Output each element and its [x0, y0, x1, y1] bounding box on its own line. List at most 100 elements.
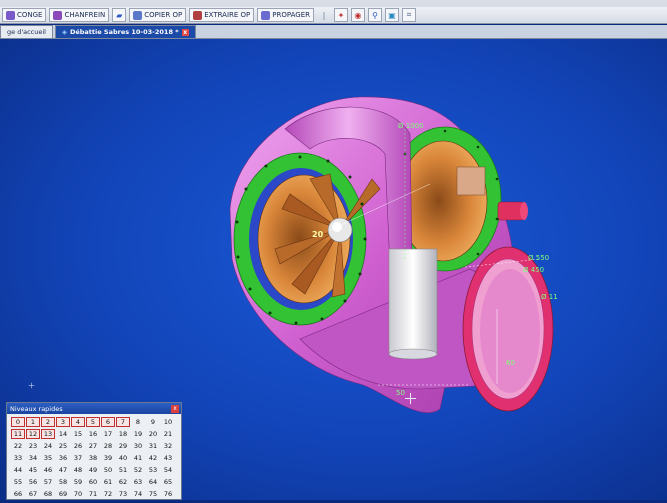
level-cell[interactable]: 71 — [86, 489, 100, 499]
level-cell[interactable]: 69 — [56, 489, 70, 499]
level-cell[interactable]: 61 — [101, 477, 115, 487]
level-cell[interactable]: 42 — [146, 453, 160, 463]
level-cell[interactable]: 48 — [71, 465, 85, 475]
level-cell[interactable]: 52 — [131, 465, 145, 475]
level-cell[interactable]: 53 — [146, 465, 160, 475]
level-cell[interactable]: 33 — [11, 453, 25, 463]
level-cell[interactable]: 36 — [56, 453, 70, 463]
tool-button-5[interactable]: ⌗ — [402, 8, 417, 22]
panel-title-bar[interactable]: Niveaux rapides x — [7, 403, 181, 414]
chamfer-button[interactable]: CHANFREIN — [49, 8, 110, 22]
level-cell[interactable]: 12 — [26, 429, 40, 439]
level-cell[interactable]: 23 — [26, 441, 40, 451]
level-cell[interactable]: 73 — [116, 489, 130, 499]
level-cell[interactable]: 32 — [161, 441, 175, 451]
level-cell[interactable]: 0 — [11, 417, 25, 427]
level-cell[interactable]: 9 — [146, 417, 160, 427]
level-cell[interactable]: 76 — [161, 489, 175, 499]
level-cell[interactable]: 38 — [86, 453, 100, 463]
level-cell[interactable]: 27 — [86, 441, 100, 451]
level-cell[interactable]: 64 — [146, 477, 160, 487]
level-cell[interactable]: 28 — [101, 441, 115, 451]
level-cell[interactable]: 40 — [116, 453, 130, 463]
propagate-button[interactable]: PROPAGER — [257, 8, 315, 22]
level-cell[interactable]: 66 — [11, 489, 25, 499]
propagate-label: PROPAGER — [272, 11, 311, 19]
level-cell[interactable]: 3 — [56, 417, 70, 427]
level-cell[interactable]: 54 — [161, 465, 175, 475]
level-cell[interactable]: 56 — [26, 477, 40, 487]
dim-60: 60 — [506, 359, 515, 367]
tool-button-4[interactable]: ▣ — [385, 8, 400, 22]
level-cell[interactable]: 49 — [86, 465, 100, 475]
level-cell[interactable]: 70 — [71, 489, 85, 499]
level-cell[interactable]: 29 — [116, 441, 130, 451]
copy-op-button[interactable]: COPIER OP — [129, 8, 187, 22]
level-cell[interactable]: 35 — [41, 453, 55, 463]
fillet-button[interactable]: CONGE — [2, 8, 47, 22]
level-cell[interactable]: 67 — [26, 489, 40, 499]
level-cell[interactable]: 75 — [146, 489, 160, 499]
level-cell[interactable]: 44 — [11, 465, 25, 475]
level-cell[interactable]: 22 — [11, 441, 25, 451]
level-cell[interactable]: 26 — [71, 441, 85, 451]
level-cell[interactable]: 4 — [71, 417, 85, 427]
level-cell[interactable]: 65 — [161, 477, 175, 487]
level-cell[interactable]: 8 — [131, 417, 145, 427]
level-cell[interactable]: 59 — [71, 477, 85, 487]
dim-center-value: 20 — [312, 230, 324, 239]
level-cell[interactable]: 31 — [146, 441, 160, 451]
level-cell[interactable]: 57 — [41, 477, 55, 487]
level-cell[interactable]: 34 — [26, 453, 40, 463]
level-cell[interactable]: 17 — [101, 429, 115, 439]
level-cell[interactable]: 37 — [71, 453, 85, 463]
extract-op-button[interactable]: EXTRAIRE OP — [189, 8, 255, 22]
tab-document[interactable]: ◈ Débattie Sabres 10-03-2018 * x — [54, 25, 196, 38]
level-cell[interactable]: 41 — [131, 453, 145, 463]
tab-home[interactable]: ge d'accueil — [0, 25, 53, 38]
level-cell[interactable]: 2 — [41, 417, 55, 427]
level-cell[interactable]: 25 — [56, 441, 70, 451]
level-cell[interactable]: 11 — [11, 429, 25, 439]
tool-button-2[interactable]: ◉ — [351, 8, 366, 22]
tool-button-3[interactable]: ⚲ — [368, 8, 383, 22]
level-cell[interactable]: 46 — [41, 465, 55, 475]
level-cell[interactable]: 6 — [101, 417, 115, 427]
level-cell[interactable]: 13 — [41, 429, 55, 439]
level-cell[interactable]: 63 — [131, 477, 145, 487]
level-cell[interactable]: 50 — [101, 465, 115, 475]
level-cell[interactable]: 39 — [101, 453, 115, 463]
level-cell[interactable]: 72 — [101, 489, 115, 499]
level-cell[interactable]: 58 — [56, 477, 70, 487]
level-cell[interactable]: 20 — [146, 429, 160, 439]
ruler-button[interactable]: ▰ — [112, 8, 127, 22]
extract-op-label: EXTRAIRE OP — [204, 11, 251, 19]
quick-levels-panel: Niveaux rapides x 0 1 2 3 4 5 6 7 8 9 10 11 12 13 14 15… — [6, 402, 182, 500]
level-cell[interactable]: 47 — [56, 465, 70, 475]
level-cell[interactable]: 62 — [116, 477, 130, 487]
document-icon: ◈ — [61, 28, 67, 36]
level-cell[interactable]: 7 — [116, 417, 130, 427]
level-cell[interactable]: 74 — [131, 489, 145, 499]
level-cell[interactable]: 43 — [161, 453, 175, 463]
level-cell[interactable]: 45 — [26, 465, 40, 475]
level-cell[interactable]: 5 — [86, 417, 100, 427]
level-cell[interactable]: 14 — [56, 429, 70, 439]
close-icon[interactable]: x — [181, 28, 189, 36]
level-cell[interactable]: 68 — [41, 489, 55, 499]
draft-tube — [388, 248, 438, 355]
level-cell[interactable]: 18 — [116, 429, 130, 439]
level-cell[interactable]: 15 — [71, 429, 85, 439]
close-icon[interactable]: x — [171, 404, 179, 413]
level-cell[interactable]: 60 — [86, 477, 100, 487]
level-cell[interactable]: 30 — [131, 441, 145, 451]
level-cell[interactable]: 1 — [26, 417, 40, 427]
level-cell[interactable]: 21 — [161, 429, 175, 439]
level-cell[interactable]: 51 — [116, 465, 130, 475]
level-cell[interactable]: 16 — [86, 429, 100, 439]
level-cell[interactable]: 55 — [11, 477, 25, 487]
tool-button-1[interactable]: ✦ — [334, 8, 349, 22]
level-cell[interactable]: 10 — [161, 417, 175, 427]
level-cell[interactable]: 19 — [131, 429, 145, 439]
level-cell[interactable]: 24 — [41, 441, 55, 451]
